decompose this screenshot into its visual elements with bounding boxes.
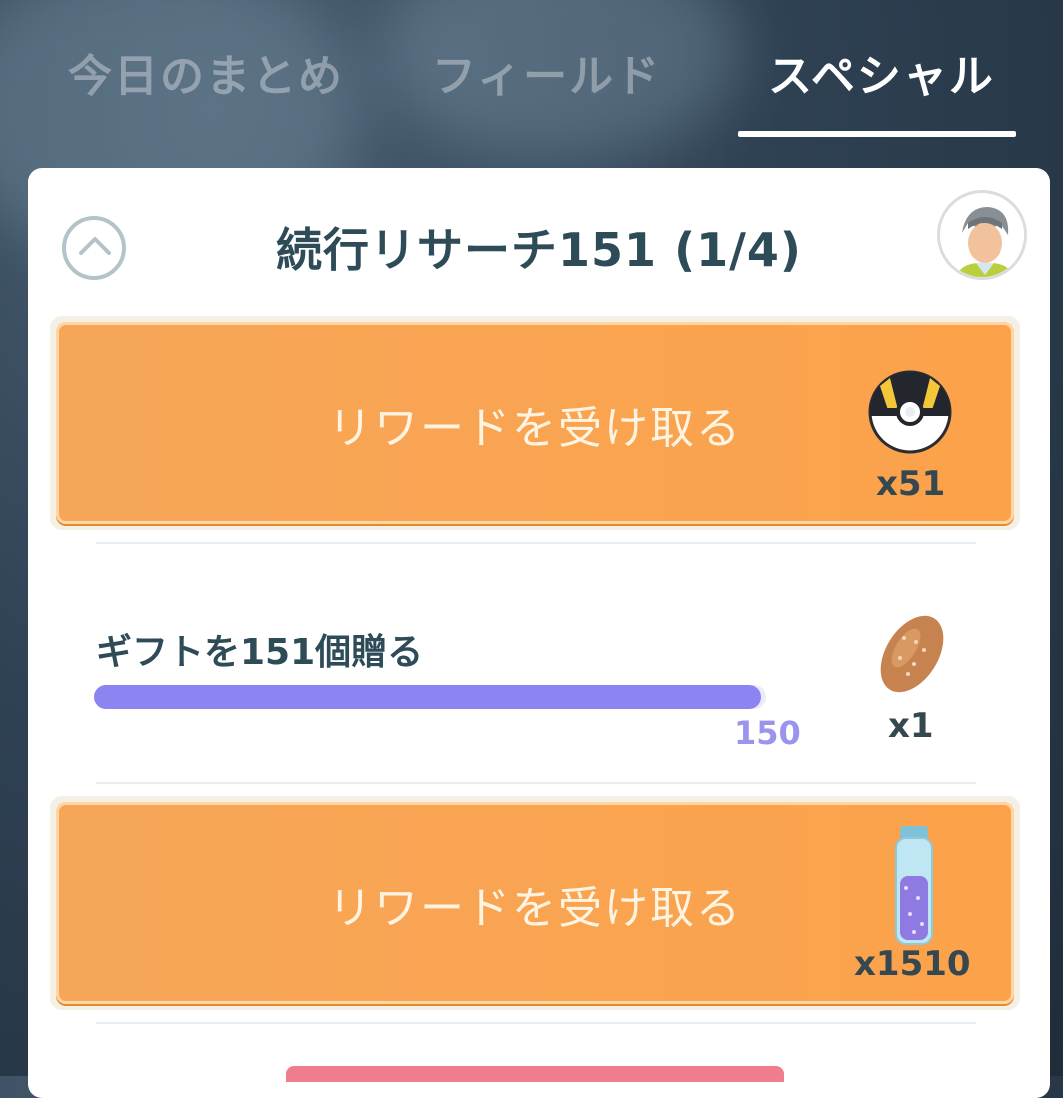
task-title: ギフトを151個贈る <box>96 632 424 673</box>
claim-reward-button[interactable]: リワードを受け取る x1510 <box>56 802 1014 1004</box>
reward-count: x51 <box>876 464 946 504</box>
reward-card: リワードを受け取る x1510 <box>50 796 1020 1010</box>
stardust-icon <box>895 826 933 945</box>
tab-field[interactable]: フィールド <box>432 40 661 104</box>
next-reward-bar <box>286 1066 784 1082</box>
pinap-berry-icon <box>880 615 944 693</box>
professor-avatar <box>937 190 1027 280</box>
reward-card: リワードを受け取る x51 <box>50 316 1020 530</box>
tab-bar: 今日のまとめ フィールド スペシャル <box>0 0 1063 150</box>
reward-count: x1510 <box>854 944 971 984</box>
ultra-ball-icon <box>868 370 952 454</box>
research-title: 続行リサーチ151 (1/4) <box>276 223 802 277</box>
claim-reward-label: リワードを受け取る <box>328 883 742 934</box>
divider <box>96 782 976 784</box>
special-research-panel: 続行リサーチ151 (1/4) リワードを受け取る x51 ギフトを151個贈る… <box>28 168 1050 1098</box>
active-tab-underline <box>738 131 1016 137</box>
progress-value: 150 <box>734 714 801 752</box>
progress-bar <box>94 685 766 709</box>
divider <box>96 1022 976 1024</box>
claim-reward-button[interactable]: リワードを受け取る x51 <box>56 322 1014 524</box>
task-reward-count: x1 <box>888 706 934 746</box>
tab-special[interactable]: スペシャル <box>768 40 995 104</box>
progress-fill <box>94 685 762 709</box>
tab-today-summary[interactable]: 今日のまとめ <box>68 40 344 104</box>
divider <box>96 542 976 544</box>
